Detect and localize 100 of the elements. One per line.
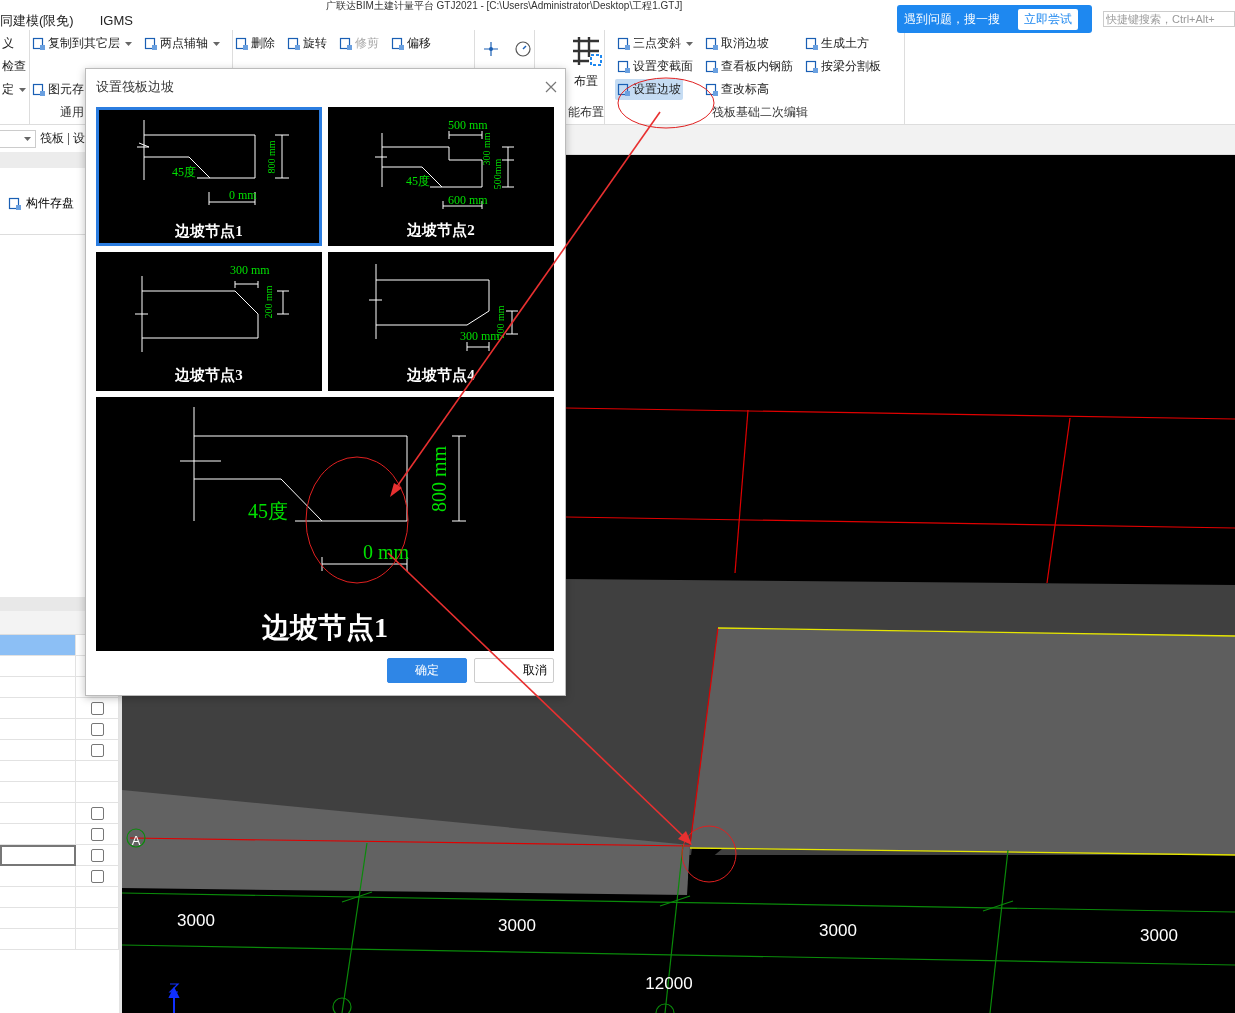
ribbon-button[interactable]: 三点变斜 (615, 33, 695, 54)
dimension-tick (341, 891, 373, 903)
dropdown-field[interactable] (0, 129, 36, 148)
ribbon-button[interactable]: 旋转 (285, 33, 329, 54)
checkbox[interactable] (90, 701, 104, 715)
tool-icon (617, 59, 631, 74)
dimension-label: 800 mm (428, 445, 450, 513)
checkbox[interactable] (90, 806, 104, 820)
node-caption: 边坡节点4 (407, 367, 475, 383)
axis-bubble (332, 997, 352, 1013)
ribbon-button[interactable]: 按梁分割板 (803, 56, 883, 77)
slope-node-option[interactable]: 45度 800 mm 0 mm 边坡节点1 (96, 107, 322, 246)
ribbon-button[interactable]: 删除 (233, 33, 277, 54)
dimension-label: 45度 (406, 174, 430, 188)
node-caption: 边坡节点1 (262, 612, 388, 643)
dimension-label: 0 mm (229, 188, 257, 202)
gauge-icon[interactable] (515, 41, 531, 57)
search-field[interactable]: 快捷键搜索，Ctrl+Alt+ (1103, 11, 1235, 27)
dialog-title: 设置筏板边坡 (96, 78, 174, 96)
tool-icon (391, 36, 405, 51)
tool-icon (617, 82, 631, 97)
ribbon-button[interactable]: 定 (0, 79, 28, 100)
node-caption: 边坡节点3 (175, 367, 243, 383)
ribbon-button[interactable]: 检查 (0, 56, 28, 77)
close-icon[interactable] (545, 81, 557, 93)
ribbon-button[interactable]: 查看板内钢筋 (703, 56, 795, 77)
menu-item[interactable]: IGMS (99, 13, 133, 28)
tool-icon (8, 196, 22, 211)
ribbon-button[interactable]: 图元存 (30, 79, 86, 100)
dimension-label: 12000 (645, 974, 693, 993)
node-caption: 边坡节点1 (175, 223, 243, 239)
dimension-label: 45度 (248, 500, 288, 522)
checkbox[interactable] (90, 722, 104, 736)
dimension-tick (659, 895, 691, 907)
tool-icon (705, 59, 719, 74)
dimension-label: 200 mm (263, 285, 274, 319)
axis-bubble (655, 1003, 675, 1013)
tool-icon (705, 82, 719, 97)
axis-bubble (126, 828, 146, 848)
checkbox[interactable] (90, 827, 104, 841)
dimension-label: 500 mm (448, 118, 488, 132)
dimension-tick (982, 900, 1014, 912)
checkbox[interactable] (90, 869, 104, 883)
ribbon-button[interactable]: 设置变截面 (615, 56, 695, 77)
caret-icon (125, 41, 132, 46)
caret-icon (213, 41, 220, 46)
tool-icon (339, 36, 353, 51)
node-caption: 边坡节点2 (407, 222, 475, 238)
axis-triad-icon (168, 983, 180, 1013)
tool-icon (235, 36, 249, 51)
group-label: 能布置 (567, 104, 604, 121)
caret-icon (19, 87, 26, 92)
tool-icon (805, 59, 819, 74)
caret-icon (24, 136, 31, 141)
slope-node-option[interactable]: 500 mm 300 mm 500mm 45度 600 mm 边坡节点2 (328, 107, 554, 246)
annotation-circle (681, 825, 737, 883)
ok-button[interactable]: 确定 (387, 658, 467, 683)
try-now-button[interactable]: 立即尝试 (1018, 8, 1078, 30)
ribbon-button[interactable]: 生成土方 (803, 33, 871, 54)
caret-icon (686, 41, 693, 46)
ribbon-button[interactable]: 偏移 (389, 33, 433, 54)
tool-icon (805, 36, 819, 51)
filter-label[interactable]: 筏板 (40, 130, 64, 147)
group-label: 筏板基础二次编辑 (710, 104, 809, 121)
dimension-label: 45度 (172, 165, 196, 179)
tool-icon (705, 36, 719, 51)
dimension-label: 300 mm (230, 263, 270, 277)
checkbox[interactable] (90, 743, 104, 757)
ribbon-button[interactable]: 两点辅轴 (142, 33, 222, 54)
dimension-label: 500mm (492, 158, 503, 190)
tool-icon (617, 36, 631, 51)
ribbon-button[interactable]: 取消边坡 (703, 33, 771, 54)
help-tip-text: 遇到问题，搜一搜 (904, 10, 1000, 28)
dimension-label: 3000 (498, 916, 536, 935)
filter-label[interactable]: 设 (73, 130, 85, 147)
window-title: 广联达BIM土建计量平台 GTJ2021 - [C:\Users\Administrator\Desktop\工程1.GTJ] (325, 0, 684, 11)
axis-label: A (131, 833, 141, 848)
checkbox[interactable] (90, 848, 104, 862)
dimension-label: 600 mm (448, 193, 488, 207)
input-field[interactable] (0, 845, 76, 866)
dimension-label: 3000 (819, 921, 857, 940)
slope-cut-face (688, 848, 722, 877)
cancel-button[interactable]: 取消 (474, 658, 554, 683)
ribbon-button[interactable]: 设置边坡 (615, 79, 683, 100)
menu-item[interactable]: 同建模(限免) (0, 11, 74, 30)
save-component-button[interactable]: 构件存盘 (6, 193, 76, 214)
ribbon-button[interactable]: 义 (0, 33, 16, 54)
crosshair-icon[interactable] (483, 41, 499, 57)
slope-node-option[interactable]: 300 mm 200 mm 边坡节点3 (96, 252, 322, 391)
dimension-label: 3000 (1140, 926, 1178, 945)
ribbon-button[interactable]: 布置 (569, 33, 603, 102)
group-label: 通用 (59, 104, 85, 121)
tool-icon (32, 36, 46, 51)
tool-icon (287, 36, 301, 51)
ribbon-button[interactable]: 查改标高 (703, 79, 771, 100)
dimension-label: 3000 (177, 911, 215, 930)
tool-icon (144, 36, 158, 51)
tool-icon (32, 82, 46, 97)
table-cell[interactable] (0, 635, 76, 655)
ribbon-button[interactable]: 复制到其它层 (30, 33, 134, 54)
